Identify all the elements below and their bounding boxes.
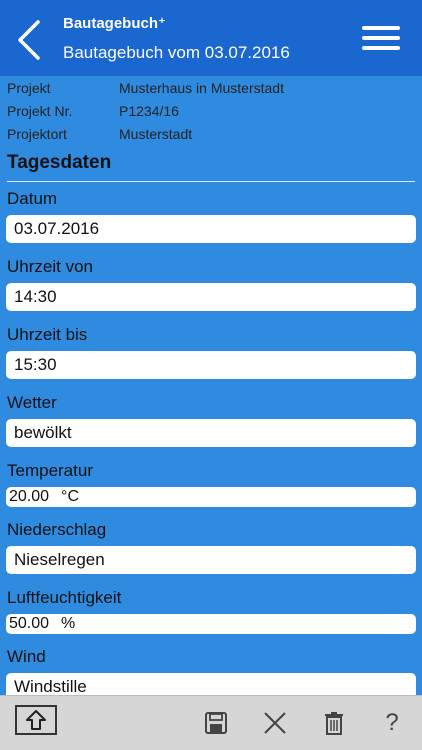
project-info-row: Projekt Musterhaus in Musterstadt: [7, 80, 407, 103]
temperatur-value: 20.00: [9, 488, 50, 505]
temperatur-label: Temperatur: [7, 461, 93, 480]
bottom-toolbar: ?: [0, 695, 422, 750]
niederschlag-input[interactable]: Nieselregen: [6, 546, 416, 574]
chevron-left-icon: [18, 20, 40, 60]
uhrzeit-von-label: Uhrzeit von: [7, 257, 93, 276]
wetter-value: bewölkt: [14, 423, 72, 442]
back-button[interactable]: [10, 18, 50, 62]
upload-button[interactable]: [15, 705, 57, 735]
save-button[interactable]: [199, 706, 233, 740]
upload-icon: [26, 710, 46, 730]
luftfeuchtigkeit-input[interactable]: 50.00%: [6, 614, 416, 634]
wetter-input[interactable]: bewölkt: [6, 419, 416, 447]
section-title: Tagesdaten: [7, 152, 112, 173]
help-icon: ?: [385, 709, 399, 736]
uhrzeit-bis-value: 15:30: [14, 355, 57, 374]
luftfeuchtigkeit-value: 50.00: [9, 615, 50, 632]
luftfeuchtigkeit-unit: %: [61, 615, 76, 632]
project-info: Projekt Musterhaus in Musterstadt Projek…: [7, 80, 407, 149]
project-value: Musterhaus in Musterstadt: [119, 80, 284, 96]
project-location-value: Musterstadt: [119, 126, 193, 142]
uhrzeit-von-input[interactable]: 14:30: [6, 283, 416, 311]
app-header: Bautagebuch⁺ Bautagebuch vom 03.07.2016: [0, 0, 422, 76]
app-title: Bautagebuch⁺: [63, 15, 166, 32]
cancel-button[interactable]: [258, 706, 292, 740]
datum-value: 03.07.2016: [14, 219, 100, 238]
temperatur-unit: °C: [61, 488, 79, 505]
hamburger-menu-icon[interactable]: [362, 26, 400, 54]
delete-button[interactable]: [317, 706, 351, 740]
wind-label: Wind: [7, 647, 46, 666]
uhrzeit-bis-input[interactable]: 15:30: [6, 351, 416, 379]
header-titles: Bautagebuch⁺ Bautagebuch vom 03.07.2016: [63, 14, 290, 64]
project-info-row: Projektort Musterstadt: [7, 126, 407, 149]
datum-input[interactable]: 03.07.2016: [6, 215, 416, 243]
save-icon: [205, 712, 227, 734]
uhrzeit-von-value: 14:30: [14, 287, 57, 306]
project-location-label: Projektort: [7, 126, 67, 142]
section-divider: [7, 181, 415, 182]
datum-label: Datum: [7, 189, 58, 208]
wind-value: Windstille: [14, 677, 87, 696]
luftfeuchtigkeit-label: Luftfeuchtigkeit: [7, 588, 122, 607]
page-subtitle: Bautagebuch vom 03.07.2016: [63, 43, 290, 62]
uhrzeit-bis-label: Uhrzeit bis: [7, 325, 88, 344]
niederschlag-value: Nieselregen: [14, 550, 105, 569]
project-number-value: P1234/16: [119, 103, 179, 119]
wetter-label: Wetter: [7, 393, 57, 412]
trash-icon: [325, 712, 343, 735]
help-button[interactable]: ?: [375, 706, 409, 740]
temperatur-input[interactable]: 20.00 °C: [6, 487, 416, 507]
project-number-label: Projekt Nr.: [7, 103, 73, 119]
project-info-row: Projekt Nr. P1234/16: [7, 103, 407, 126]
project-label: Projekt: [7, 80, 51, 96]
niederschlag-label: Niederschlag: [7, 520, 107, 539]
close-icon: [264, 712, 286, 734]
